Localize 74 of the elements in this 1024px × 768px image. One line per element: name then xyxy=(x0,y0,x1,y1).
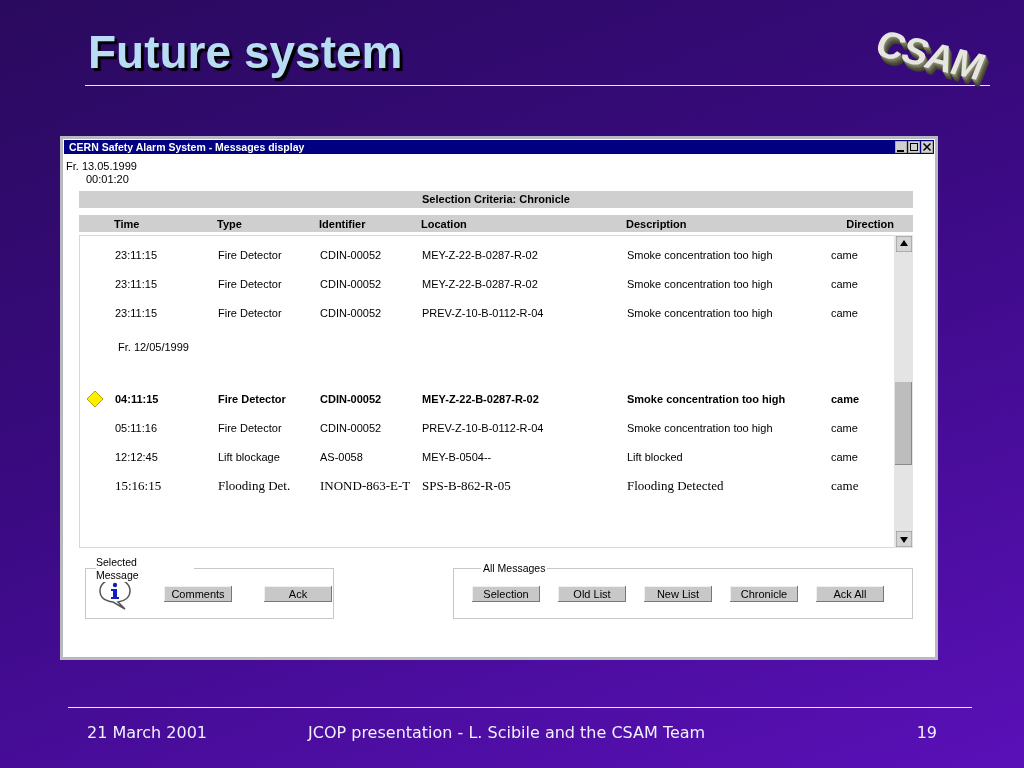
action-button[interactable]: Ack xyxy=(264,585,332,602)
footer-text: JCOP presentation - L. Scibile and the CSAM Team xyxy=(308,723,707,742)
table-cell-text: MEY-Z-22-B-0287-R-02 xyxy=(422,248,539,261)
criteria-bar: Selection Criteria: Chronicle xyxy=(79,191,913,208)
scrollbar-thumb[interactable] xyxy=(895,382,912,465)
scrollbar[interactable] xyxy=(894,235,913,548)
table-cell-text: Fire Detector xyxy=(218,421,283,434)
date-text: Fr. 13.05.1999 xyxy=(66,160,138,172)
column-header: Location xyxy=(421,217,468,230)
action-button[interactable]: Comments xyxy=(164,585,232,602)
group-title: All Messages xyxy=(481,562,548,574)
table-cell-text: Lift blocked xyxy=(627,450,684,463)
column-header: Description xyxy=(626,217,688,230)
action-button[interactable]: Ack All xyxy=(816,585,884,602)
table-cell-text: Fire Detector xyxy=(218,248,283,261)
footer-date: 21 March 2001 xyxy=(87,723,209,742)
maximize-icon[interactable] xyxy=(908,141,920,153)
table-cell-text: CDIN-00052 xyxy=(320,421,383,434)
table-cell-text: came xyxy=(831,248,859,261)
table-cell-text: Flooding Det. xyxy=(218,477,292,494)
table-cell-text: PREV-Z-10-B-0112-R-04 xyxy=(422,306,545,319)
table-cell-text: 23:11:15 xyxy=(115,306,158,319)
table-cell-text: Smoke concentration too high xyxy=(627,277,774,290)
column-header: Direction xyxy=(845,217,895,230)
action-button[interactable]: Selection xyxy=(472,585,540,602)
table-cell-text: Smoke concentration too high xyxy=(627,421,774,434)
table-cell-text: Lift blockage xyxy=(218,450,281,463)
table-cell-text: MEY-Z-22-B-0287-R-02 xyxy=(422,392,540,405)
column-header: Identifier xyxy=(319,217,367,230)
table-cell-text: 05:11:16 xyxy=(115,421,158,434)
table-cell-text: 23:11:15 xyxy=(115,248,158,261)
table-cell-text: 15:16:15 xyxy=(115,477,163,494)
window-title: CERN Safety Alarm System - Messages display xyxy=(69,141,305,153)
table-cell-text: came xyxy=(831,450,859,463)
table-cell-text: MEY-B-0504-- xyxy=(422,450,493,463)
table-cell-text: Fire Detector xyxy=(218,392,287,405)
time-text: 00:01:20 xyxy=(86,173,130,185)
close-icon[interactable] xyxy=(921,141,933,153)
date-separator: Fr. 12/05/1999 xyxy=(118,341,190,353)
minimize-icon[interactable] xyxy=(895,141,907,153)
table-cell-text: came xyxy=(831,477,860,494)
table-cell-text: AS-0058 xyxy=(320,450,364,463)
table-cell-text: Smoke concentration too high xyxy=(627,248,774,261)
scroll-down-icon[interactable] xyxy=(895,531,912,547)
table-cell-text: Fire Detector xyxy=(218,306,283,319)
table-cell-text: came xyxy=(831,306,859,319)
table-cell-text: SPS-B-862-R-05 xyxy=(422,477,512,494)
logo-text: CSAM xyxy=(869,22,991,89)
table-cell-text: came xyxy=(831,277,859,290)
group-title: Selected Message xyxy=(96,556,194,582)
table-cell-text: Fire Detector xyxy=(218,277,283,290)
column-header: Time xyxy=(114,217,141,230)
table-cell-text: Smoke concentration too high xyxy=(627,306,774,319)
column-header: Type xyxy=(217,217,243,230)
table-cell-text: Flooding Detected xyxy=(627,477,725,494)
table-cell-text: Smoke concentration too high xyxy=(627,392,787,405)
table-cell-text: MEY-Z-22-B-0287-R-02 xyxy=(422,277,539,290)
table-cell-text: CDIN-00052 xyxy=(320,306,383,319)
table-cell-text: CDIN-00052 xyxy=(320,248,383,261)
table-cell-text: 23:11:15 xyxy=(115,277,158,290)
table-cell-text: 12:12:45 xyxy=(115,450,159,463)
table-cell-text: CDIN-00052 xyxy=(320,392,383,405)
table-cell-text: CDIN-00052 xyxy=(320,277,383,290)
table-cell-text: PREV-Z-10-B-0112-R-04 xyxy=(422,421,545,434)
table-cell-text: INOND-863-E-T xyxy=(320,477,412,494)
table-cell-text: came xyxy=(831,421,859,434)
table-cell-text: came xyxy=(831,392,861,405)
table-cell-text: 04:11:15 xyxy=(115,392,160,405)
scroll-up-icon[interactable] xyxy=(895,236,912,252)
action-button[interactable]: New List xyxy=(644,585,712,602)
action-button[interactable]: Old List xyxy=(558,585,626,602)
slide-title: Future system xyxy=(88,25,403,79)
action-button[interactable]: Chronicle xyxy=(730,585,798,602)
page-number: 19 xyxy=(916,723,937,742)
